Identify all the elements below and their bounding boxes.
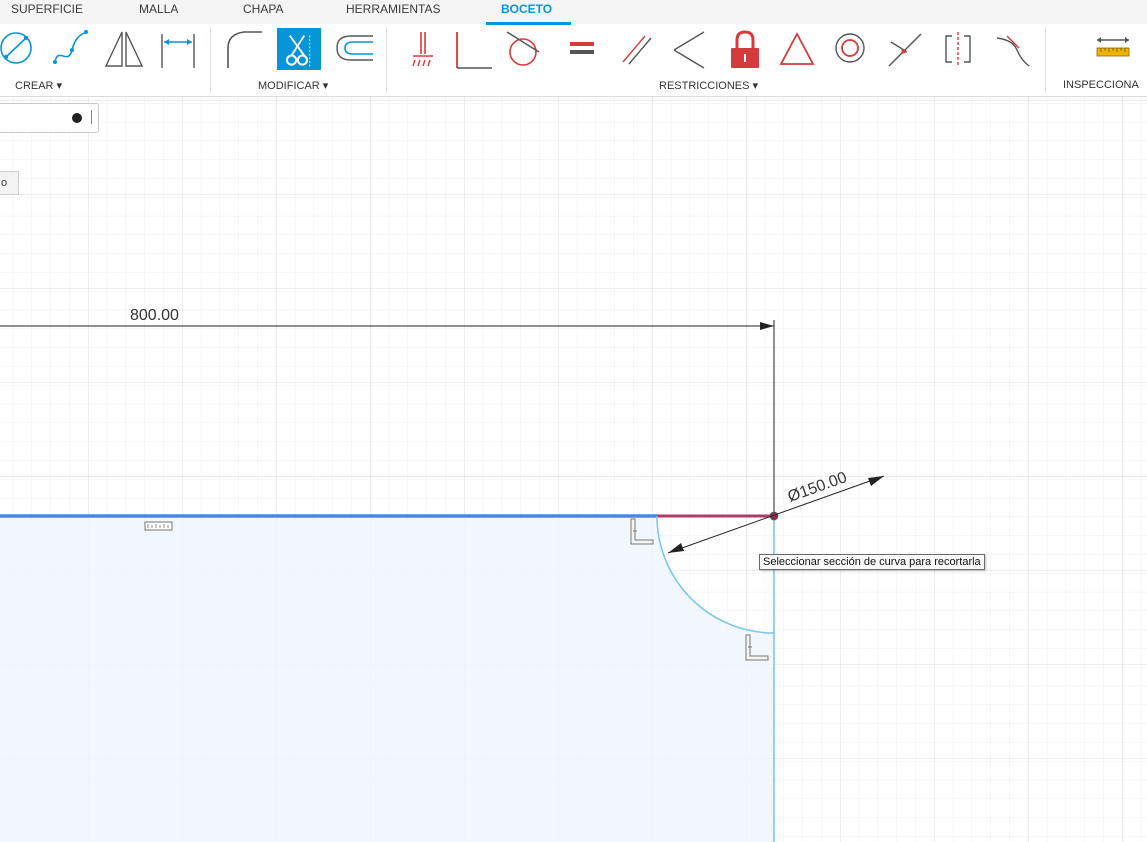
dimension-tool-icon[interactable] xyxy=(158,26,198,72)
spline-tool-icon[interactable] xyxy=(50,26,90,72)
tab-chapa[interactable]: CHAPA xyxy=(243,2,283,16)
collinear-constraint-icon[interactable] xyxy=(670,26,710,72)
active-tab-indicator xyxy=(486,22,571,25)
tab-malla[interactable]: MALLA xyxy=(139,2,178,16)
horizontal-constraint-icon[interactable] xyxy=(144,521,173,531)
tangent-constraint-icon[interactable] xyxy=(503,26,543,72)
measure-ruler-icon[interactable] xyxy=(1093,26,1133,72)
group-label-inspeccionar[interactable]: INSPECCIONA xyxy=(1063,79,1139,91)
trim-tool-icon[interactable] xyxy=(277,28,321,70)
tab-herramientas[interactable]: HERRAMIENTAS xyxy=(346,2,440,16)
trim-tooltip: Seleccionar sección de curva para recort… xyxy=(759,554,985,570)
group-separator xyxy=(386,28,387,92)
group-label-restricciones[interactable]: RESTRICCIONES ▾ xyxy=(659,79,758,92)
group-separator xyxy=(210,28,211,92)
linear-dimension-label[interactable]: 800.00 xyxy=(130,307,179,324)
midpoint-triangle-constraint-icon[interactable] xyxy=(777,26,817,72)
fillet-tool-icon[interactable] xyxy=(222,26,262,72)
tab-boceto[interactable]: BOCETO xyxy=(501,2,552,16)
fix-lock-constraint-icon[interactable] xyxy=(725,26,765,72)
mirror-tool-icon[interactable] xyxy=(103,26,143,72)
left-side-tab[interactable]: o xyxy=(0,171,19,195)
visibility-toggle-icon[interactable] xyxy=(72,113,82,123)
tab-strip: SUPERFICIE MALLA CHAPA HERRAMIENTAS BOCE… xyxy=(0,0,1147,25)
curvature-constraint-icon[interactable] xyxy=(993,26,1033,72)
coincident-constraint-icon[interactable] xyxy=(403,26,443,72)
sketch-canvas[interactable]: 800.00 Ø150.00 xyxy=(0,97,1147,842)
toolbar-ribbon: SUPERFICIE MALLA CHAPA HERRAMIENTAS BOCE… xyxy=(0,0,1147,97)
group-separator xyxy=(1045,28,1046,92)
parallel-constraint-icon[interactable] xyxy=(617,26,657,72)
midpoint-constraint-icon[interactable] xyxy=(885,26,925,72)
group-label-modificar[interactable]: MODIFICAR ▾ xyxy=(258,79,328,92)
concentric-constraint-icon[interactable] xyxy=(830,26,870,72)
browser-panel-stub[interactable] xyxy=(0,103,99,133)
perpendicular-constraint-icon[interactable] xyxy=(452,26,492,72)
closed-profile-region xyxy=(0,516,774,842)
panel-divider xyxy=(91,110,92,124)
circle-tool-icon[interactable] xyxy=(0,26,38,72)
offset-tool-icon[interactable] xyxy=(333,26,373,72)
symmetry-constraint-icon[interactable] xyxy=(938,26,978,72)
group-label-crear[interactable]: CREAR ▾ xyxy=(15,79,62,92)
equal-constraint-icon[interactable] xyxy=(562,26,602,72)
tab-superficie[interactable]: SUPERFICIE xyxy=(11,2,83,16)
